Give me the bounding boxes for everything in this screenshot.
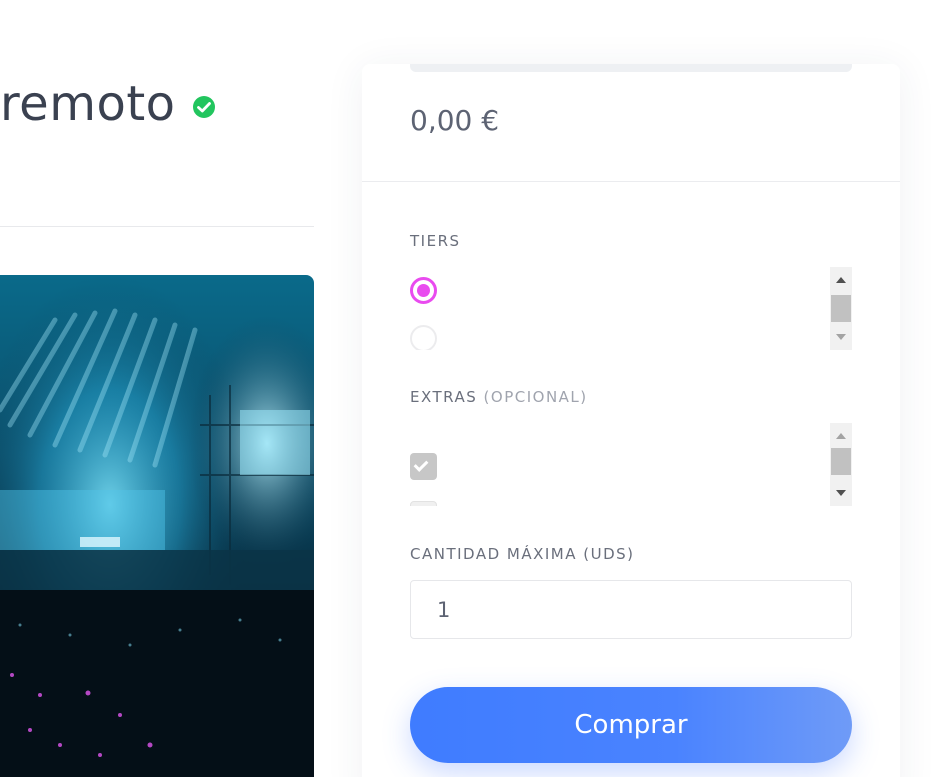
scroll-down-icon[interactable] bbox=[836, 490, 846, 496]
extras-label: EXTRAS (OPCIONAL) bbox=[410, 388, 588, 406]
scroll-thumb[interactable] bbox=[831, 295, 851, 322]
header-divider bbox=[0, 226, 314, 227]
tier-option-2-radio[interactable] bbox=[410, 325, 437, 350]
scroll-down-icon[interactable] bbox=[836, 334, 846, 340]
quantity-input[interactable] bbox=[410, 580, 852, 639]
tier-option-1-radio[interactable] bbox=[410, 277, 437, 304]
tiers-label: TIERS bbox=[410, 232, 461, 250]
tiers-list[interactable] bbox=[410, 267, 852, 350]
card-divider bbox=[362, 181, 900, 182]
check-circle-icon bbox=[192, 96, 215, 118]
extras-label-text: EXTRAS bbox=[410, 388, 478, 406]
product-title-row: remoto bbox=[0, 72, 216, 136]
scroll-thumb[interactable] bbox=[831, 448, 851, 475]
extras-scrollbar[interactable] bbox=[830, 423, 852, 506]
extras-list[interactable] bbox=[410, 423, 852, 506]
purchase-card: 0,00 € TIERS EXTRAS (OPCIONAL) CANTIDAD … bbox=[362, 64, 900, 777]
extras-optional-label: (OPCIONAL) bbox=[483, 388, 588, 406]
concert-stage-image bbox=[0, 275, 314, 777]
card-top-bar bbox=[410, 64, 852, 72]
extra-option-1-checkbox[interactable] bbox=[410, 453, 437, 480]
scroll-up-icon[interactable] bbox=[836, 433, 846, 439]
extra-option-2-checkbox[interactable] bbox=[410, 501, 437, 506]
buy-button[interactable]: Comprar bbox=[410, 687, 852, 763]
price-label: 0,00 € bbox=[410, 104, 500, 137]
scroll-up-icon[interactable] bbox=[836, 277, 846, 283]
product-title: remoto bbox=[0, 76, 176, 132]
quantity-label: CANTIDAD MÁXIMA (UDS) bbox=[410, 545, 635, 563]
check-icon bbox=[413, 457, 429, 472]
tiers-scrollbar[interactable] bbox=[830, 267, 852, 350]
